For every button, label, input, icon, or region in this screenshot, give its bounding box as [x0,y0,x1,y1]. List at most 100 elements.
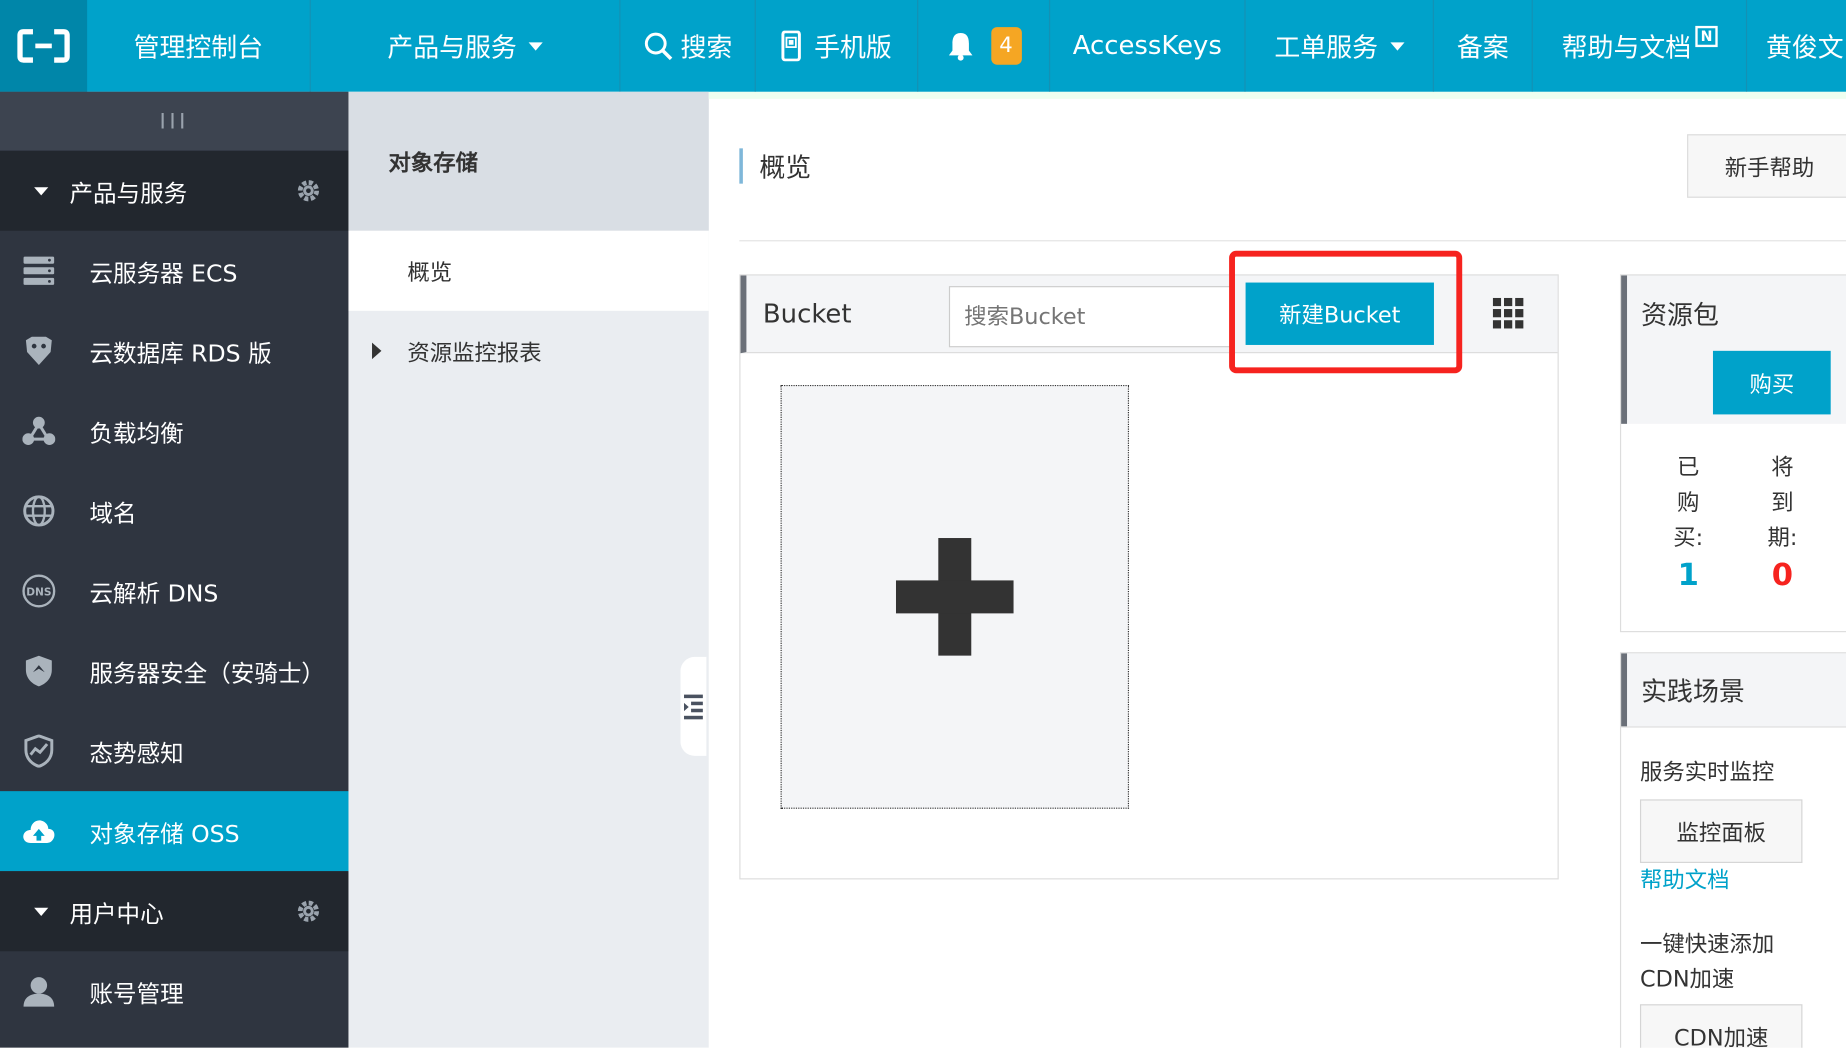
scene-cdn-line1: 一键快速添加 [1639,931,1775,958]
trend-shield-icon [19,731,59,771]
nav-user-label: 黄俊文 [1765,34,1844,64]
monitor-panel-button[interactable]: 监控面板 [1639,799,1803,863]
sidebar-collapse-toggle[interactable]: III [0,91,349,151]
sidebar-group-products-label: 产品与服务 [69,178,188,207]
sidebar-group-user-label: 用户中心 [69,898,164,928]
sidebar-item-account[interactable]: 账号管理 [0,951,348,1031]
purchased-label: 已 购 买: [1665,450,1712,556]
sidebar-item-ecs[interactable]: 云服务器 ECS [0,231,348,311]
page-title: 概览 [739,148,811,184]
scene-cdn-line2: CDN加速 [1639,966,1735,993]
bucket-panel-title: Bucket [762,299,852,330]
nav-console-label: 管理控制台 [133,34,264,64]
nav-help-docs[interactable]: 帮助与文档 N [1533,0,1748,92]
subnav-collapse-toggle[interactable] [680,656,707,756]
grid-view-icon[interactable] [1492,297,1524,329]
new-bucket-label: 新建Bucket [1279,302,1401,329]
nav-user[interactable]: 黄俊文 [1747,0,1846,92]
top-navigation-bar: 管理控制台 产品与服务 搜索 手机版 4 AccessKeys 工单服务 备案 … [0,0,1846,92]
practice-scenes-panel: 实践场景 服务实时监控 监控面板 帮助文档 一键快速添加 CDN加速 CDN加速 [1619,652,1846,1048]
gear-icon[interactable] [294,897,322,925]
caret-down-icon [34,907,49,916]
caret-down-icon [34,186,49,195]
nav-help-docs-label: 帮助与文档 [1561,34,1692,64]
bucket-panel-header: Bucket 新建Bucket [740,250,1558,374]
collapse-menu-icon [684,694,703,720]
expiring-label-char: 将 [1771,454,1794,481]
monitor-panel-label: 监控面板 [1676,819,1766,846]
sidebar-group-user-center[interactable]: 用户中心 [0,871,349,952]
nav-search[interactable]: 搜索 [619,0,756,92]
new-badge: N [1695,25,1718,48]
expiring-label: 将 到 期: [1759,450,1806,556]
nav-search-label: 搜索 [680,34,733,64]
sidebar-item-oss[interactable]: 对象存储 OSS [0,791,349,872]
nav-accesskeys-label: AccessKeys [1072,31,1222,61]
nav-mobile[interactable]: 手机版 [756,0,919,92]
database-icon [19,331,59,371]
subnav-item-overview[interactable]: 概览 [348,230,709,311]
dns-icon: DNS [19,571,59,611]
help-doc-link[interactable]: 帮助文档 [1640,863,1729,895]
sidebar-item-label: 云服务器 ECS [89,258,238,287]
sidebar-group-products[interactable]: 产品与服务 [0,150,349,231]
resource-pack-title: 资源包 [1641,301,1719,331]
cdn-accelerate-button[interactable]: CDN加速 [1639,1004,1803,1048]
sidebar-item-dns[interactable]: DNS 云解析 DNS [0,551,348,631]
nav-console[interactable]: 管理控制台 [87,0,311,92]
sidebar-item-situation[interactable]: 态势感知 [0,711,348,791]
expiring-label-char: 期: [1767,525,1798,551]
new-bucket-button[interactable]: 新建Bucket [1245,282,1434,345]
buy-resource-pack-button[interactable]: 购买 [1712,350,1831,415]
resource-pack-panel: 资源包 购买 已 购 买: 将 到 期: 1 0 [1619,274,1846,633]
practice-scenes-title: 实践场景 [1641,678,1745,708]
nav-products[interactable]: 产品与服务 [311,0,619,92]
shield-icon [19,651,59,691]
aliyun-logo-icon [17,29,70,63]
nav-mobile-label: 手机版 [814,34,892,64]
expiring-count[interactable]: 0 [1759,558,1806,593]
user-icon [19,971,59,1011]
nav-products-label: 产品与服务 [387,34,517,64]
buy-label: 购买 [1749,371,1795,398]
sidebar-item-aegis[interactable]: 服务器安全（安骑士） [0,631,348,711]
title-divider [739,240,1846,242]
sidebar-item-label: 账号管理 [89,978,184,1008]
sidebar: III 产品与服务 云服务器 ECS 云数据库 RDS 版 负载均衡 域名 DN… [0,91,349,1048]
expiring-label-char: 到 [1771,489,1794,516]
nav-beian[interactable]: 备案 [1434,0,1533,92]
sidebar-item-label: 云数据库 RDS 版 [89,338,272,367]
purchased-count[interactable]: 1 [1665,558,1712,593]
chevron-down-icon [1389,41,1404,51]
caret-right-icon [372,342,382,360]
beginner-help-label: 新手帮助 [1724,154,1815,181]
sidebar-item-rds[interactable]: 云数据库 RDS 版 [0,311,348,391]
beginner-help-button[interactable]: 新手帮助 [1687,134,1846,198]
sidebar-item-label: 负载均衡 [89,418,184,447]
aliyun-logo[interactable] [0,0,88,92]
subnav-title: 对象存储 [348,91,709,231]
cloud-upload-icon [19,811,59,851]
sidebar-item-slb[interactable]: 负载均衡 [0,391,348,471]
nav-tickets[interactable]: 工单服务 [1246,0,1434,92]
bell-icon [948,32,972,61]
subnav-item-label: 资源监控报表 [407,339,542,366]
sidebar-item-label: 对象存储 OSS [89,818,240,848]
purchased-label-char: 买: [1673,525,1704,551]
add-bucket-tile[interactable] [780,384,1130,809]
gear-icon[interactable] [294,177,322,205]
cdn-accelerate-label: CDN加速 [1674,1024,1769,1048]
nav-accesskeys[interactable]: AccessKeys [1050,0,1246,92]
sidebar-item-label: 态势感知 [89,738,184,768]
globe-icon [19,491,59,531]
nav-notifications[interactable]: 4 [918,0,1051,92]
bucket-search-input[interactable] [948,286,1232,348]
bucket-panel: Bucket 新建Bucket [739,250,1559,880]
sidebar-item-label: 域名 [89,498,137,527]
collapse-bars-icon: III [159,108,189,134]
purchased-label-char: 购 [1677,489,1700,516]
svg-text:DNS: DNS [26,587,51,599]
sidebar-item-domain[interactable]: 域名 [0,471,348,551]
server-icon [19,251,59,291]
subnav-item-monitor-report[interactable]: 资源监控报表 [348,311,708,391]
